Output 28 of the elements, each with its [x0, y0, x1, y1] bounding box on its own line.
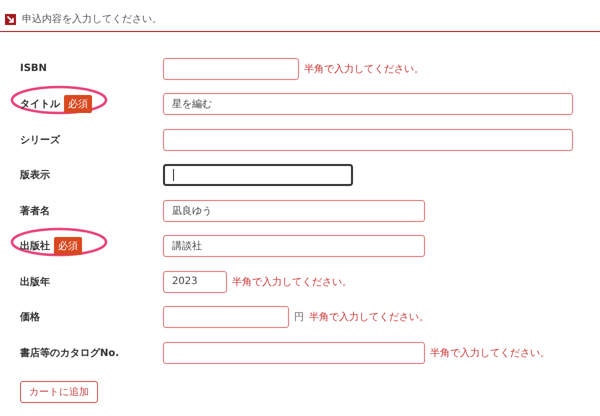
input-field[interactable]: 凪良ゆう — [163, 200, 425, 222]
arrow-icon — [5, 14, 16, 24]
hint-text: 半角で入力してください。 — [304, 62, 424, 76]
unit-label: 円 — [294, 311, 304, 324]
field-label: 著者名 — [20, 204, 50, 218]
input-field[interactable]: 2023 — [163, 270, 227, 293]
field-label: 価格 — [20, 310, 40, 324]
input-field[interactable] — [163, 342, 425, 364]
field-label: 版表示 — [20, 168, 50, 182]
hint-text: 半角で入力してください。 — [232, 276, 352, 289]
hint-text: 半角で入力してください。 — [309, 310, 429, 324]
section-title: 申込内容を入力してください。 — [22, 12, 162, 26]
field-label: 書店等のカタログNo. — [20, 346, 120, 360]
field-label: ISBN — [20, 63, 47, 74]
field-label: シリーズ — [20, 134, 60, 147]
hint-text: 半角で入力してください。 — [430, 346, 550, 360]
input-field[interactable]: 星を編む — [163, 93, 573, 116]
input-field[interactable] — [163, 306, 289, 328]
required-badge: 必須 — [54, 237, 82, 256]
field-label: 出版年 — [20, 276, 50, 289]
field-label: タイトル — [20, 98, 60, 112]
add-to-cart-button[interactable]: カートに追加 — [20, 380, 98, 402]
input-field[interactable] — [163, 58, 299, 80]
input-field[interactable] — [163, 128, 573, 151]
required-badge: 必須 — [64, 95, 92, 114]
input-field[interactable]: 講談社 — [163, 235, 425, 258]
input-field[interactable] — [163, 164, 353, 186]
field-label: 出版社 — [20, 240, 50, 254]
